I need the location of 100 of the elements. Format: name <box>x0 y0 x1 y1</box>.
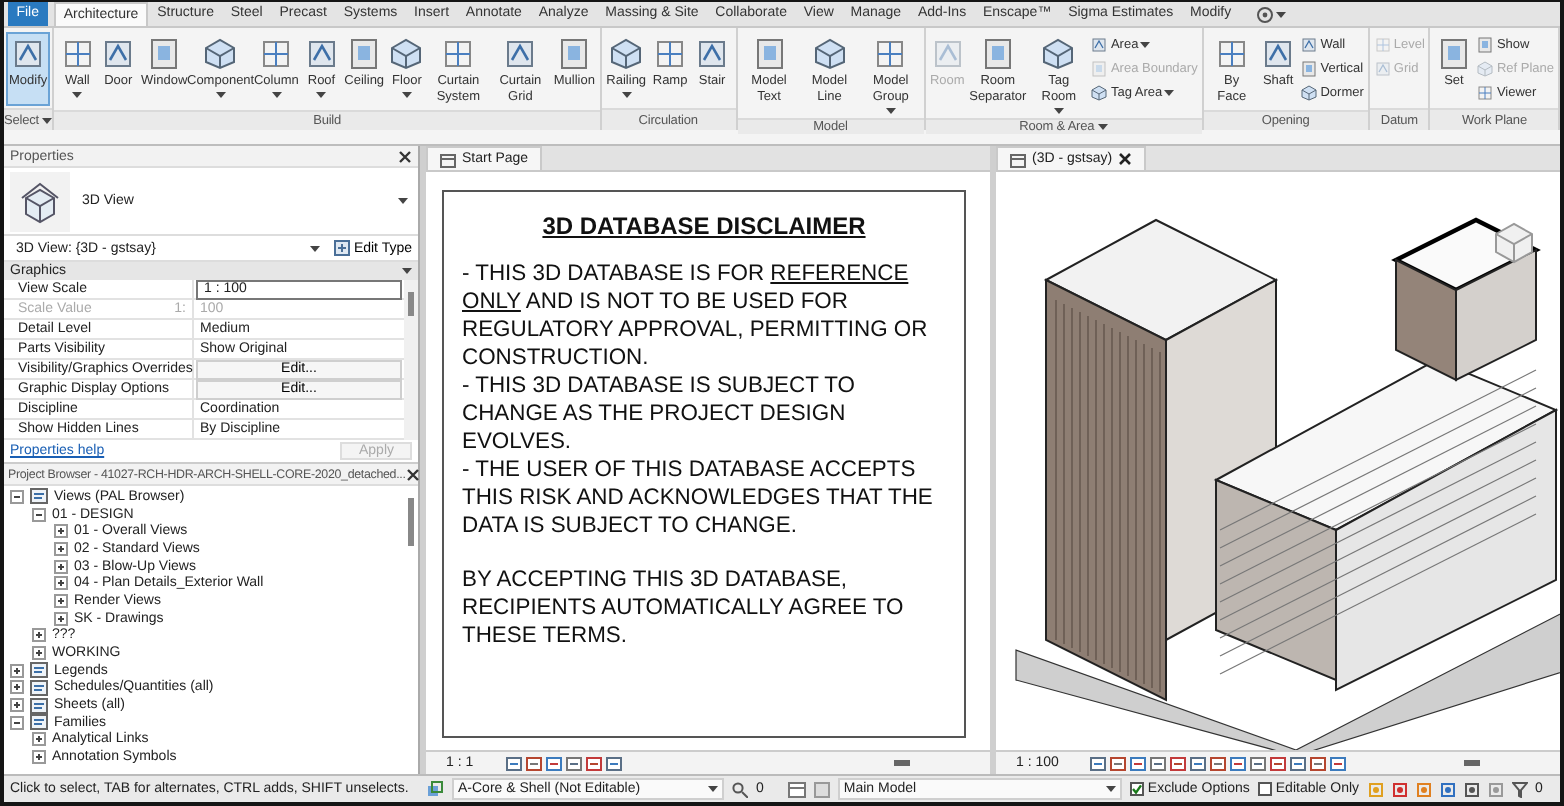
expand-icon[interactable] <box>10 680 24 695</box>
tool-icon <box>1373 35 1392 53</box>
list-icon <box>30 697 48 714</box>
expand-icon[interactable] <box>54 593 68 608</box>
caret-icon[interactable] <box>885 108 896 114</box>
toggle-icon[interactable] <box>1255 5 1274 23</box>
tool-icon <box>1476 35 1495 53</box>
caret-icon[interactable] <box>271 92 282 98</box>
scrollbar[interactable] <box>404 280 418 440</box>
caret-icon[interactable] <box>1275 11 1286 17</box>
caret-icon[interactable] <box>215 92 226 98</box>
filter-icon[interactable] <box>1511 781 1528 797</box>
caret-icon[interactable] <box>1053 108 1064 114</box>
tool-icon <box>1260 36 1297 72</box>
expand-icon[interactable] <box>10 698 24 713</box>
caret-icon[interactable] <box>621 92 632 98</box>
view-control-icon[interactable] <box>1170 755 1187 771</box>
tool-icon <box>440 36 477 72</box>
view-control-icon[interactable] <box>1110 755 1127 771</box>
close-icon[interactable] <box>398 149 412 163</box>
view-control-icon[interactable] <box>1090 755 1107 771</box>
view-control-icon[interactable] <box>1310 755 1327 771</box>
list-icon <box>30 662 48 679</box>
tool-icon <box>100 36 137 72</box>
checkbox[interactable] <box>1129 782 1144 796</box>
tool-icon <box>1090 35 1109 53</box>
tool-icon <box>303 36 340 72</box>
expand-icon[interactable] <box>54 576 68 591</box>
scroll-handle-icon[interactable] <box>1464 760 1480 766</box>
caret-icon[interactable] <box>309 245 320 251</box>
tool-icon <box>1300 35 1319 53</box>
caret-icon[interactable] <box>398 198 408 204</box>
caret-icon[interactable] <box>1140 41 1151 47</box>
view-icon <box>440 151 456 167</box>
selection-option-icon[interactable] <box>1391 781 1408 797</box>
close-icon[interactable] <box>405 467 420 481</box>
selection-option-icon[interactable] <box>1463 781 1480 797</box>
expand-icon[interactable] <box>54 611 68 626</box>
tool-icon <box>979 36 1016 72</box>
expand-icon[interactable] <box>32 646 46 661</box>
tool-icon <box>608 36 645 72</box>
workset-icon[interactable] <box>426 780 444 798</box>
view-control-icon[interactable] <box>1270 755 1287 771</box>
caret-icon[interactable] <box>72 92 83 98</box>
collapse-icon[interactable] <box>32 507 46 522</box>
collapse-icon[interactable] <box>10 489 24 504</box>
caret-icon[interactable] <box>1105 786 1116 792</box>
view-control-icon[interactable] <box>1190 755 1207 771</box>
expand-icon[interactable] <box>10 663 24 678</box>
tool-icon <box>1476 59 1495 77</box>
expand-icon[interactable] <box>54 559 68 574</box>
disclaimer-text: - THIS 3D DATABASE IS FOR REFERENCE ONLY AND IS NOT TO BE USED FOR REGULATORY APPROVAL, PERMITTING OR CONSTRUCTION. <box>462 260 930 372</box>
caret-icon[interactable] <box>1164 89 1175 95</box>
view-control-icon[interactable] <box>565 755 582 771</box>
design-options-icon[interactable] <box>787 781 806 797</box>
selection-option-icon[interactable] <box>1439 781 1456 797</box>
view-control-icon[interactable] <box>605 755 622 771</box>
select-icon[interactable] <box>732 781 748 797</box>
view-control-icon[interactable] <box>525 755 542 771</box>
caret-icon[interactable] <box>402 268 412 274</box>
view-control-icon[interactable] <box>1290 755 1307 771</box>
expand-icon[interactable] <box>54 541 68 556</box>
tool-icon <box>10 36 47 72</box>
view-control-icon[interactable] <box>1150 755 1167 771</box>
view-control-icon[interactable] <box>1250 755 1267 771</box>
view-control-icon[interactable] <box>545 755 562 771</box>
caret-icon[interactable] <box>1098 124 1109 130</box>
view-control-icon[interactable] <box>585 755 602 771</box>
expand-icon[interactable] <box>32 732 46 747</box>
expand-icon[interactable] <box>54 524 68 539</box>
collapse-icon[interactable] <box>10 715 24 730</box>
caret-icon[interactable] <box>42 117 53 123</box>
expand-icon[interactable] <box>32 628 46 643</box>
tool-icon <box>1373 59 1392 77</box>
checkbox[interactable] <box>1257 782 1272 796</box>
tool-icon <box>872 36 909 72</box>
view-control-icon[interactable] <box>1130 755 1147 771</box>
disclaimer-text: BY ACCEPTING THIS 3D DATABASE, RECIPIENTS AUTOMATICALLY AGREE TO THESE TERMS. <box>462 566 906 650</box>
tool-icon <box>346 36 383 72</box>
expand-icon[interactable] <box>32 750 46 765</box>
tool-icon <box>1090 59 1109 77</box>
caret-icon[interactable] <box>708 786 718 792</box>
caret-icon[interactable] <box>401 92 412 98</box>
caret-icon[interactable] <box>316 92 327 98</box>
view-control-icon[interactable] <box>505 755 522 771</box>
close-icon[interactable] <box>1118 152 1133 166</box>
view-icon <box>1010 151 1026 167</box>
tool-icon <box>929 36 966 72</box>
tool-icon <box>388 36 425 72</box>
scroll-handle-icon[interactable] <box>894 760 910 766</box>
view-control-icon[interactable] <box>1330 755 1347 771</box>
tool-icon <box>556 36 593 72</box>
house-icon <box>10 171 70 231</box>
view-control-icon[interactable] <box>1210 755 1227 771</box>
tool-icon <box>1300 59 1319 77</box>
tool-icon <box>1213 36 1250 72</box>
view-control-icon[interactable] <box>1230 755 1247 771</box>
tool-icon <box>811 36 848 72</box>
tool-icon <box>751 36 788 72</box>
tool-icon <box>1300 83 1319 101</box>
